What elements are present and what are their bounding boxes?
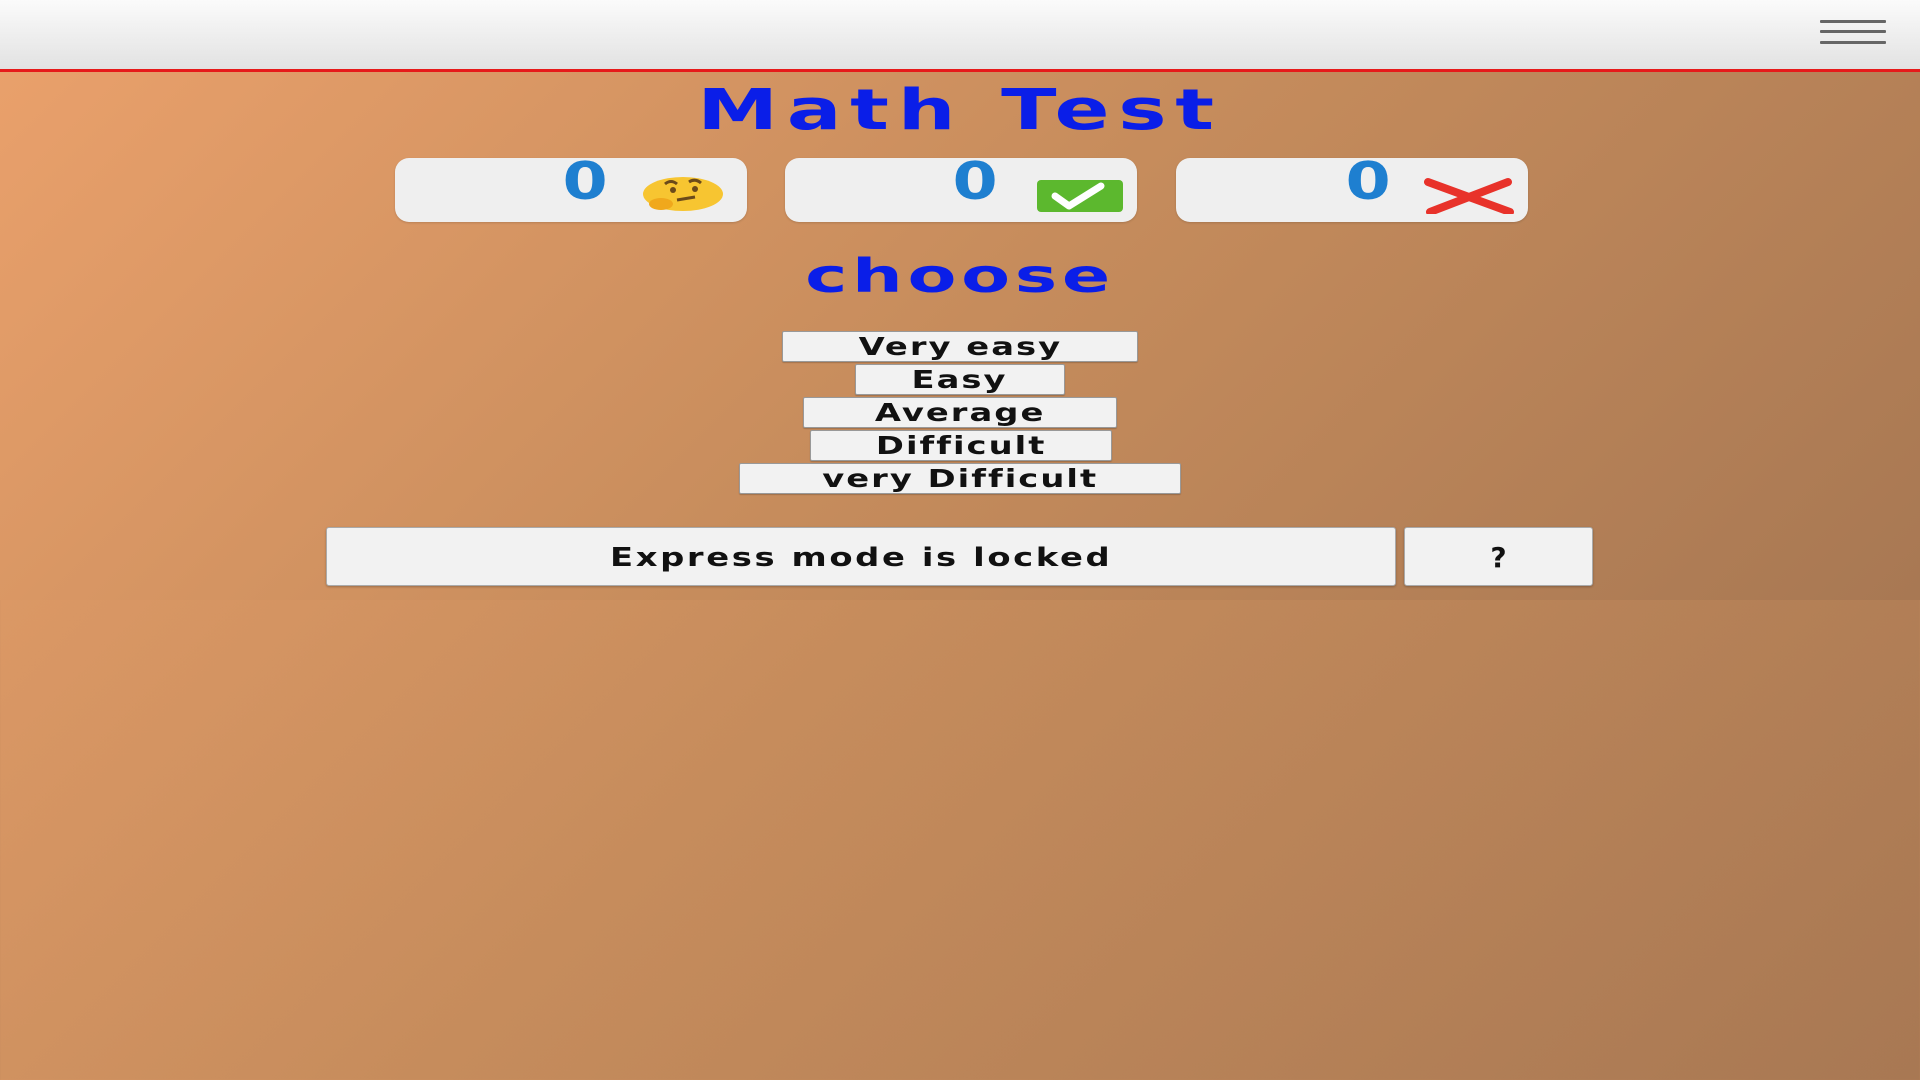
- score-box-pending: 0: [395, 152, 747, 222]
- top-bar: [0, 0, 1920, 72]
- page-title: Math Test: [697, 78, 1223, 143]
- level-very-difficult-button[interactable]: very Difficult: [739, 463, 1181, 494]
- score-box-correct: 0: [785, 152, 1137, 222]
- thinking-face-icon: [643, 177, 723, 211]
- level-average-button[interactable]: Average: [803, 397, 1117, 428]
- level-easy-button[interactable]: Easy: [855, 364, 1065, 395]
- check-mark-icon: [1037, 180, 1123, 212]
- help-button[interactable]: ?: [1404, 527, 1593, 586]
- score-box-wrong: 0: [1176, 152, 1528, 222]
- score-wrong-value: 0: [1345, 152, 1391, 212]
- hamburger-menu-icon[interactable]: [1820, 17, 1886, 47]
- score-correct-value: 0: [952, 152, 998, 212]
- express-mode-button[interactable]: Express mode is locked: [326, 527, 1396, 586]
- choose-prompt: choose: [805, 249, 1115, 303]
- level-very-easy-button[interactable]: Very easy: [782, 331, 1138, 362]
- level-difficult-button[interactable]: Difficult: [810, 430, 1112, 461]
- score-pending-value: 0: [562, 152, 608, 212]
- cross-mark-icon: [1424, 178, 1514, 214]
